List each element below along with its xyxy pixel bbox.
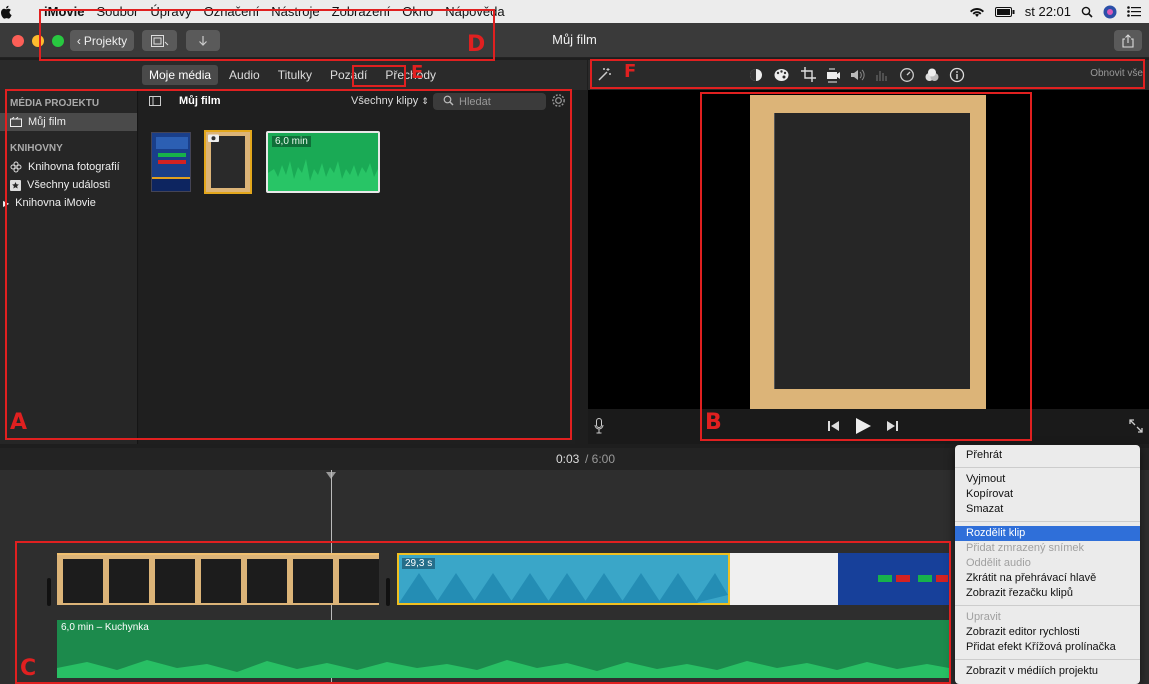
- tab-titles[interactable]: Titulky: [271, 65, 319, 85]
- menu-item-copy[interactable]: Kopírovat: [955, 487, 1140, 502]
- annotation-box-e: [352, 65, 406, 87]
- annotation-letter-e: E: [411, 62, 424, 83]
- menu-item-edit: Upravit: [966, 611, 1001, 623]
- menu-item-play[interactable]: Přehrát: [955, 448, 1140, 463]
- menu-item-delete[interactable]: Smazat: [955, 502, 1140, 517]
- tab-my-media[interactable]: Moje média: [142, 65, 219, 85]
- menu-item-cut[interactable]: Vyjmout: [955, 472, 1140, 487]
- wifi-icon[interactable]: [969, 6, 985, 18]
- browser-tabs: Moje média Audio Titulky Pozadí Přechody: [0, 60, 587, 90]
- annotation-box-a: [5, 89, 572, 440]
- annotation-letter-c: C: [20, 656, 37, 681]
- annotation-box-c: [15, 541, 951, 684]
- battery-icon[interactable]: [994, 6, 1015, 17]
- share-button[interactable]: [1114, 30, 1142, 51]
- annotation-letter-d: D: [467, 32, 486, 57]
- annotation-letter-a: A: [10, 410, 28, 435]
- menu-separator: [955, 605, 1140, 606]
- annotation-letter-f: F: [624, 61, 637, 82]
- notification-center-icon[interactable]: [1127, 6, 1141, 17]
- annotation-letter-b: B: [705, 410, 722, 435]
- annotation-box-f: [590, 59, 1145, 89]
- menu-item-reveal-in-project-media[interactable]: Zobrazit v médiích projektu: [955, 664, 1140, 679]
- siri-icon[interactable]: [1103, 5, 1117, 19]
- apple-icon[interactable]: [0, 5, 38, 19]
- menu-item-add-freeze-frame: Přidat zmrazený snímek: [966, 542, 1084, 554]
- menu-item-trim-to-playhead[interactable]: Zkrátit na přehrávací hlavě: [955, 571, 1140, 586]
- menu-item-speed-editor[interactable]: Zobrazit editor rychlosti: [955, 625, 1140, 640]
- tab-audio[interactable]: Audio: [222, 65, 267, 85]
- microphone-icon[interactable]: [594, 418, 604, 434]
- time-current: 0:03: [556, 452, 580, 466]
- spotlight-icon[interactable]: [1081, 6, 1093, 18]
- menu-separator: [955, 467, 1140, 468]
- share-icon: [1122, 33, 1134, 48]
- clock[interactable]: st 22:01: [1025, 4, 1071, 19]
- fullscreen-icon[interactable]: [1129, 419, 1143, 433]
- menu-item-split-clip[interactable]: Rozdělit klip: [955, 526, 1140, 541]
- annotation-box-b: [700, 92, 1032, 441]
- context-menu: Přehrát Vyjmout Kopírovat Smazat Rozděli…: [955, 445, 1140, 684]
- time-total: / 6:00: [585, 452, 616, 466]
- annotation-box-d: [39, 9, 495, 61]
- menu-item-detach-audio: Oddělit audio: [966, 557, 1031, 569]
- menu-separator: [955, 659, 1140, 660]
- menu-item-show-clip-trimmer[interactable]: Zobrazit řezačku klipů: [955, 586, 1140, 601]
- menu-separator: [955, 521, 1140, 522]
- menu-item-add-cross-dissolve[interactable]: Přidat efekt Křížová prolínačka: [955, 640, 1140, 655]
